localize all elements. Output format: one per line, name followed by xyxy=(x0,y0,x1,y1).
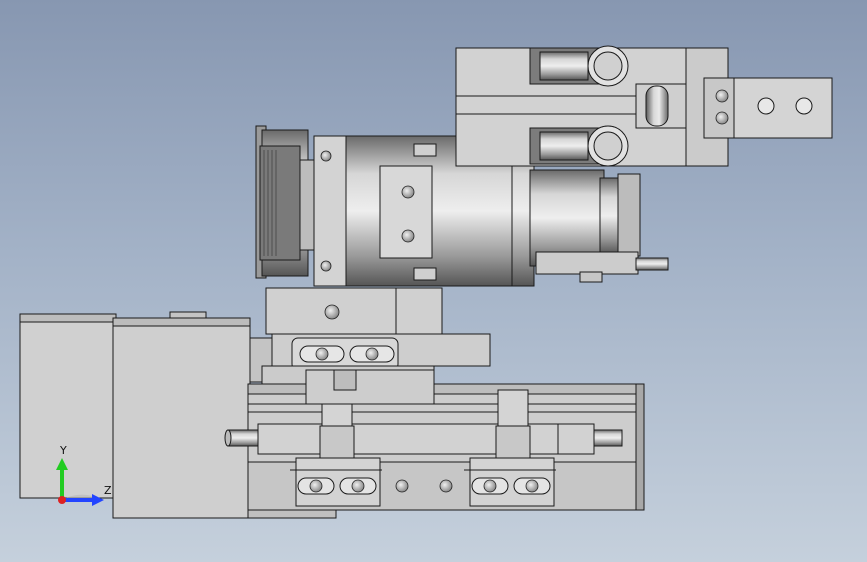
origin-point xyxy=(58,496,66,504)
assembly-model xyxy=(19,45,833,519)
rail-clamp-right xyxy=(464,457,556,507)
y-axis-label: Y xyxy=(59,444,67,457)
pneumatic-gripper xyxy=(455,45,833,167)
z-axis-label: Z xyxy=(104,484,112,497)
rail-clamp-left xyxy=(290,457,382,507)
stepper-motor xyxy=(19,311,251,519)
cad-viewport[interactable]: Y Z xyxy=(0,0,867,562)
